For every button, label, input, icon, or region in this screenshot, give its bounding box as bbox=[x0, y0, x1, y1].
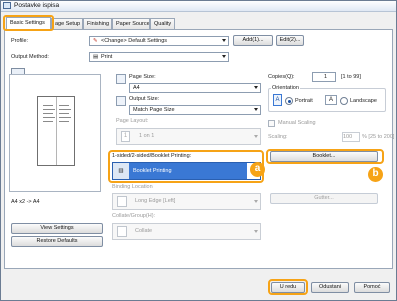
chevron-down-icon bbox=[222, 55, 226, 58]
copies-range: [1 to 99] bbox=[341, 74, 361, 80]
output-size-icon bbox=[116, 96, 126, 106]
booklet-page bbox=[37, 96, 75, 166]
scaling-label: Scaling: bbox=[268, 134, 288, 140]
portrait-radio[interactable] bbox=[285, 97, 293, 105]
profile-value: <Change> Default Settings bbox=[101, 38, 168, 44]
binding-location-label: Binding Location bbox=[112, 184, 153, 190]
ok-button[interactable]: U redu bbox=[271, 282, 305, 293]
print-icon: ▤ bbox=[93, 54, 99, 60]
manual-scaling-checkbox[interactable] bbox=[268, 120, 275, 127]
printer-icon bbox=[3, 2, 11, 9]
collate-icon bbox=[117, 226, 127, 237]
profile-label: Profile: bbox=[11, 38, 29, 44]
collate-value: Collate bbox=[135, 228, 153, 234]
profile-edit-button[interactable]: Edit(2)... bbox=[276, 35, 304, 46]
booklet-icon: ▥ bbox=[113, 163, 129, 179]
page-size-value: A4 bbox=[133, 85, 140, 91]
landscape-icon: A bbox=[325, 95, 337, 105]
scaling-value: 100 bbox=[343, 134, 353, 140]
pencil-icon: ✎ bbox=[93, 38, 98, 44]
binding-location-value: Long Edge [Left] bbox=[135, 198, 176, 204]
booklet-button[interactable]: Booklet... bbox=[270, 151, 378, 162]
output-method-select[interactable]: ▤ Print bbox=[89, 52, 229, 62]
copies-value: 1 bbox=[323, 74, 327, 80]
title-bar bbox=[1, 1, 396, 12]
restore-defaults-button[interactable]: Restore Defaults bbox=[11, 236, 103, 247]
portrait-label: Portrait bbox=[295, 98, 313, 104]
chevron-down-icon bbox=[254, 135, 258, 138]
landscape-label: Landscape bbox=[350, 98, 377, 104]
output-size-select[interactable]: Match Page Size bbox=[129, 105, 261, 115]
scaling-range: % [25 to 200] bbox=[362, 134, 395, 140]
basic-settings-tab-highlight bbox=[3, 15, 54, 31]
collate-select[interactable]: Collate bbox=[112, 223, 261, 240]
copies-label: Copies(Q): bbox=[268, 74, 295, 80]
chevron-down-icon bbox=[254, 230, 258, 233]
page-size-select[interactable]: A4 bbox=[129, 83, 261, 93]
chevron-down-icon bbox=[222, 39, 226, 42]
page-size-icon bbox=[116, 74, 126, 84]
copies-stepper[interactable]: 1 bbox=[312, 72, 336, 82]
printing-mode-label: 1-sided/2-sided/Booklet Printing: bbox=[112, 153, 192, 159]
chevron-down-icon bbox=[254, 108, 258, 111]
printing-mode-value: Booklet Printing bbox=[129, 163, 247, 179]
fold-line bbox=[56, 97, 57, 165]
collate-label: Collate/Group(H): bbox=[112, 213, 156, 219]
profile-select[interactable]: ✎ <Change> Default Settings bbox=[89, 36, 229, 46]
preview-caption: A4 x2 -> A4 bbox=[11, 199, 40, 205]
page-layout-value: 1 on 1 bbox=[139, 133, 155, 139]
chevron-down-icon bbox=[254, 200, 258, 203]
output-method-label: Output Method: bbox=[11, 54, 49, 60]
page-layout-label: Page Layout: bbox=[116, 118, 149, 124]
page-layout-icon: 1 bbox=[121, 131, 130, 142]
gutter-button[interactable]: Gutter... bbox=[270, 193, 378, 204]
binding-location-select[interactable]: Long Edge [Left] bbox=[112, 193, 261, 210]
callout-badge-b: b bbox=[368, 167, 383, 182]
manual-scaling-label: Manual Scaling bbox=[278, 120, 316, 126]
help-button[interactable]: Pomoć bbox=[354, 282, 390, 293]
window-title: Postavke ispisa bbox=[14, 2, 60, 9]
print-preview bbox=[9, 74, 101, 192]
output-method-value: Print bbox=[101, 54, 113, 60]
cancel-button[interactable]: Odustani bbox=[311, 282, 349, 293]
view-settings-button[interactable]: View Settings bbox=[11, 223, 103, 234]
page-layout-select[interactable]: 1 on 1 bbox=[116, 128, 261, 145]
output-size-label: Output Size: bbox=[129, 96, 160, 102]
landscape-radio[interactable] bbox=[340, 97, 348, 105]
page-size-label: Page Size: bbox=[129, 74, 156, 80]
printing-mode-select[interactable]: ▥ Booklet Printing bbox=[112, 162, 261, 180]
portrait-icon: A bbox=[273, 94, 282, 106]
scaling-stepper[interactable]: 100 bbox=[342, 132, 360, 142]
profile-add-button[interactable]: Add(1)... bbox=[233, 35, 273, 46]
chevron-down-icon bbox=[254, 86, 258, 89]
binding-location-icon bbox=[117, 196, 127, 207]
output-size-value: Match Page Size bbox=[133, 107, 175, 113]
orientation-label: Orientation bbox=[271, 85, 300, 91]
callout-badge-a: a bbox=[250, 162, 265, 177]
